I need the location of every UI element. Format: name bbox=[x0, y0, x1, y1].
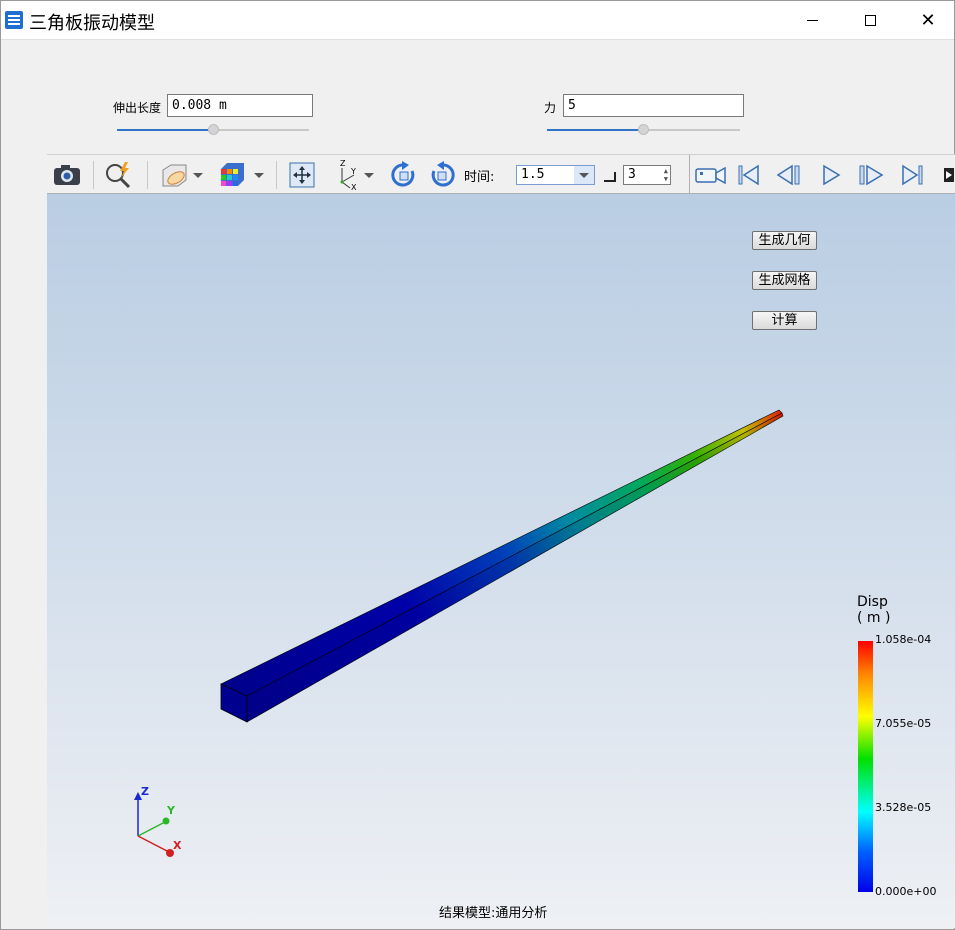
legend-title: Disp ( m ) bbox=[857, 594, 890, 626]
chevron-down-icon bbox=[579, 172, 589, 178]
play-icon bbox=[823, 164, 841, 186]
rotate-ccw-button[interactable] bbox=[427, 161, 459, 189]
force-input[interactable]: 5 bbox=[563, 94, 744, 117]
toolbar: Z Y X 时间: 1.5 3 ▲ ▼ bbox=[47, 154, 955, 195]
legend-title-line1: Disp bbox=[857, 594, 888, 610]
screenshot-button[interactable] bbox=[51, 161, 83, 189]
length-input[interactable]: 0.008 m bbox=[167, 94, 313, 117]
animation-controls bbox=[689, 155, 955, 195]
generate-geometry-button[interactable]: 生成几何 bbox=[752, 231, 817, 250]
beam-side-face bbox=[246, 412, 784, 723]
axis-triad-icon: Z Y X bbox=[340, 160, 357, 190]
model-status: 结果模型:通用分析 bbox=[439, 906, 548, 921]
fit-view-icon bbox=[289, 162, 315, 188]
window-title: 三角板振动模型 bbox=[29, 13, 155, 34]
legend-title-line2: ( m ) bbox=[857, 610, 891, 626]
magnify-bolt-icon bbox=[106, 162, 131, 189]
time-dropdown-button[interactable] bbox=[574, 166, 594, 184]
step-forward-icon bbox=[859, 164, 884, 186]
axis-y-label: Y bbox=[166, 804, 176, 817]
compute-button[interactable]: 计算 bbox=[752, 311, 817, 330]
app-icon bbox=[5, 11, 23, 29]
prev-frame-button[interactable] bbox=[776, 161, 802, 189]
minimize-button[interactable] bbox=[783, 1, 841, 40]
skip-last-icon bbox=[902, 164, 923, 186]
color-cube-icon bbox=[221, 163, 244, 186]
overflow-icon bbox=[944, 168, 954, 182]
maximize-button[interactable] bbox=[841, 1, 899, 40]
play-button[interactable] bbox=[818, 161, 844, 189]
chevron-down-icon bbox=[254, 172, 264, 178]
app-window: 三角板振动模型 ✕ 伸出长度 0.008 m 力 5 Z Y X 时间: 1.5… bbox=[0, 0, 955, 930]
force-slider[interactable] bbox=[547, 124, 740, 136]
close-icon: ✕ bbox=[920, 9, 936, 31]
fit-view-button[interactable] bbox=[286, 161, 318, 189]
chevron-down-icon bbox=[193, 172, 203, 178]
3d-viewport[interactable]: 生成几何 生成网格 计算 Z Y X Disp ( m ) 1.058e-04 … bbox=[47, 194, 955, 928]
first-frame-button[interactable] bbox=[736, 161, 762, 189]
step-back-icon bbox=[776, 164, 800, 186]
camera-icon bbox=[54, 165, 80, 185]
time-value: 1.5 bbox=[521, 167, 545, 182]
maximize-icon bbox=[864, 15, 876, 26]
view-direction-button[interactable]: Z Y X bbox=[329, 160, 379, 190]
svg-text:X: X bbox=[351, 183, 357, 190]
query-button[interactable] bbox=[102, 161, 136, 189]
force-slider-thumb[interactable] bbox=[638, 124, 649, 135]
last-frame-button[interactable] bbox=[900, 161, 926, 189]
step-icon bbox=[604, 172, 616, 182]
rotate-cw-icon bbox=[391, 161, 415, 187]
length-slider-thumb[interactable] bbox=[208, 124, 219, 135]
legend-min: 0.000e+00 bbox=[875, 885, 937, 898]
axis-triad: Z Y X bbox=[134, 786, 182, 857]
rotate-ccw-icon bbox=[431, 161, 455, 187]
step-spinbox[interactable]: 3 ▲ ▼ bbox=[623, 165, 671, 185]
axis-z-label: Z bbox=[141, 786, 149, 798]
next-frame-button[interactable] bbox=[858, 161, 884, 189]
title-bar[interactable]: 三角板振动模型 ✕ bbox=[1, 1, 954, 40]
beam-top-face bbox=[220, 409, 783, 697]
more-controls-button[interactable] bbox=[942, 161, 955, 189]
force-label: 力 bbox=[544, 101, 557, 115]
video-camera-icon bbox=[695, 166, 726, 185]
step-value: 3 bbox=[628, 167, 636, 182]
legend-max: 1.058e-04 bbox=[875, 633, 932, 646]
legend-color-bar bbox=[858, 641, 873, 892]
legend-mid-low: 3.528e-05 bbox=[875, 801, 932, 814]
record-button[interactable] bbox=[694, 161, 728, 189]
length-label: 伸出长度 bbox=[113, 101, 162, 115]
chevron-down-icon bbox=[364, 172, 374, 178]
generate-mesh-button[interactable]: 生成网格 bbox=[752, 271, 817, 290]
rotate-cw-button[interactable] bbox=[387, 161, 419, 189]
time-label: 时间: bbox=[464, 170, 495, 185]
close-button[interactable]: ✕ bbox=[899, 1, 955, 40]
minimize-icon bbox=[806, 20, 818, 21]
spinner-arrows-icon[interactable]: ▲ ▼ bbox=[664, 167, 668, 183]
svg-text:Y: Y bbox=[350, 167, 356, 176]
svg-text:Z: Z bbox=[340, 160, 346, 168]
display-mode-button[interactable] bbox=[215, 161, 267, 189]
length-slider[interactable] bbox=[117, 124, 309, 136]
skip-first-icon bbox=[738, 164, 759, 186]
legend-mid-high: 7.055e-05 bbox=[875, 717, 932, 730]
clip-plane-icon bbox=[162, 164, 187, 187]
clip-plane-button[interactable] bbox=[157, 161, 205, 189]
time-select[interactable]: 1.5 bbox=[516, 165, 595, 185]
axis-x-label: X bbox=[173, 839, 182, 852]
